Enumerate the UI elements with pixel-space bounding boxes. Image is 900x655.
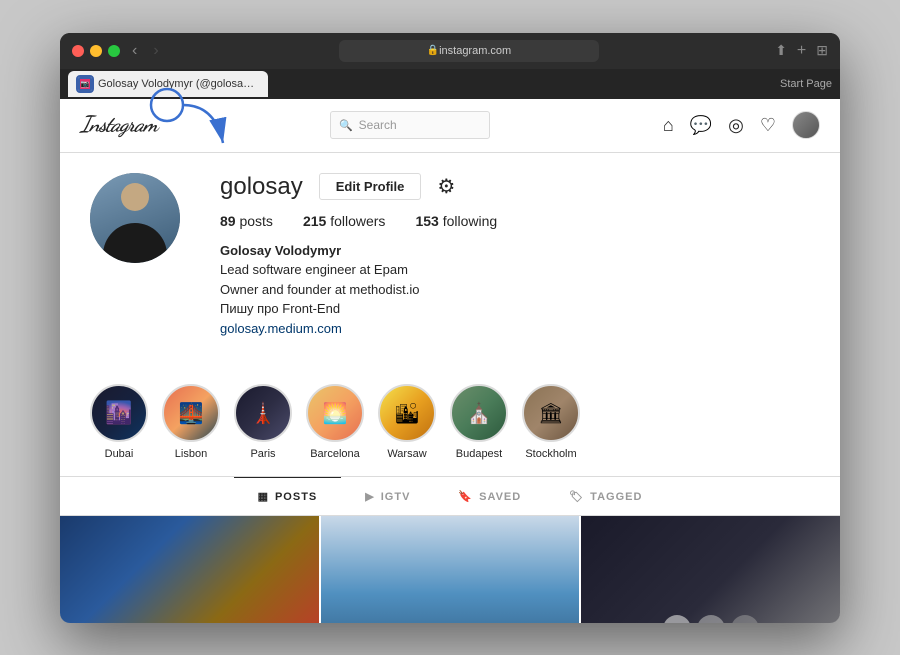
bio-line2: Owner and founder at methodist.io <box>220 280 810 300</box>
forward-button[interactable]: › <box>149 42 162 60</box>
search-placeholder: Search <box>359 118 397 132</box>
instagram-favicon: 📷 <box>78 77 92 91</box>
bio-section: Golosay Volodymyr Lead software engineer… <box>220 241 810 339</box>
new-tab-icon[interactable]: + <box>797 42 806 60</box>
story-circle-lisbon: 🌉 <box>162 384 220 442</box>
heart-icon[interactable]: ♡ <box>760 115 776 136</box>
tab-tagged[interactable]: 🏷 TAGGED <box>545 477 666 515</box>
profile-avatar-wrap <box>90 173 180 263</box>
profile-top: golosay Edit Profile ⚙ 89 posts 215 <box>90 173 810 339</box>
saved-tab-label: SAVED <box>479 491 521 503</box>
stories-row: 🌆 Dubai 🌉 Lisbon 🗼 Paris <box>60 374 840 477</box>
stats-row: 89 posts 215 followers 153 following <box>220 213 810 229</box>
start-page-button[interactable]: Start Page <box>780 78 832 90</box>
igtv-tab-label: IGTV <box>381 491 411 503</box>
following-count: 153 <box>415 213 438 229</box>
story-label-warsaw: Warsaw <box>387 448 426 460</box>
story-item-stockholm[interactable]: 🏛 Stockholm <box>522 384 580 460</box>
url-text: instagram.com <box>439 45 511 57</box>
profile-avatar <box>90 173 180 263</box>
browser-tab[interactable]: 📷 Golosay Volodymyr (@golosay) - Instagr… <box>68 71 268 97</box>
story-circle-barcelona: 🌅 <box>306 384 364 442</box>
instagram-logo: Instagram <box>80 112 157 138</box>
following-stat[interactable]: 153 following <box>415 213 497 229</box>
profile-info: golosay Edit Profile ⚙ 89 posts 215 <box>220 173 810 339</box>
settings-icon[interactable]: ⚙ <box>437 174 455 199</box>
post-thumbnail-1[interactable] <box>60 516 319 623</box>
share-icon[interactable]: ⬆ <box>775 42 787 59</box>
posts-grid <box>60 516 840 623</box>
bio-line3: Пишу про Front-End <box>220 299 810 319</box>
bio-line1: Lead software engineer at Epam <box>220 260 810 280</box>
posts-tab-label: POSTS <box>275 491 317 503</box>
profile-username: golosay <box>220 173 303 201</box>
story-item-paris[interactable]: 🗼 Paris <box>234 384 292 460</box>
story-circle-budapest: ⛪ <box>450 384 508 442</box>
compass-icon[interactable]: ◎ <box>728 115 744 136</box>
posts-tabs: ▦ POSTS ▶ IGTV 🔖 SAVED 🏷 TAGGED <box>60 477 840 516</box>
story-label-budapest: Budapest <box>456 448 502 460</box>
url-bar[interactable]: 🔒 instagram.com <box>339 40 599 62</box>
saved-tab-icon: 🔖 <box>458 490 473 503</box>
close-button[interactable] <box>72 45 84 57</box>
story-label-lisbon: Lisbon <box>175 448 207 460</box>
bio-name: Golosay Volodymyr <box>220 241 810 261</box>
posts-tab-icon: ▦ <box>258 490 269 503</box>
followers-count: 215 <box>303 213 326 229</box>
story-item-warsaw[interactable]: 🏙 Warsaw <box>378 384 436 460</box>
post-thumbnail-2[interactable] <box>321 516 580 623</box>
story-circle-stockholm: 🏛 <box>522 384 580 442</box>
story-label-paris: Paris <box>250 448 275 460</box>
title-bar: ‹ › 🔒 instagram.com ⬆ + ⊞ <box>60 33 840 69</box>
traffic-lights <box>72 45 120 57</box>
nav-icons: ⌂ 💬 ◎ ♡ <box>663 111 820 139</box>
story-label-barcelona: Barcelona <box>310 448 360 460</box>
search-icon: 🔍 <box>339 119 353 132</box>
story-circle-paris: 🗼 <box>234 384 292 442</box>
tab-label: Golosay Volodymyr (@golosay) - Instagram… <box>98 78 258 90</box>
sidebar-icon[interactable]: ⊞ <box>816 42 828 59</box>
posts-count: 89 <box>220 213 236 229</box>
tagged-tab-icon: 🏷 <box>569 490 584 503</box>
back-button[interactable]: ‹ <box>128 42 141 60</box>
post-thumbnail-3[interactable] <box>581 516 840 623</box>
profile-name-row: golosay Edit Profile ⚙ <box>220 173 810 201</box>
posts-stat: 89 posts <box>220 213 273 229</box>
tab-igtv[interactable]: ▶ IGTV <box>341 477 434 515</box>
messenger-icon[interactable]: 💬 <box>690 115 712 136</box>
story-label-stockholm: Stockholm <box>525 448 576 460</box>
minimize-button[interactable] <box>90 45 102 57</box>
edit-profile-button[interactable]: Edit Profile <box>319 173 422 200</box>
story-item-lisbon[interactable]: 🌉 Lisbon <box>162 384 220 460</box>
igtv-tab-icon: ▶ <box>365 490 374 503</box>
tagged-tab-label: TAGGED <box>590 491 642 503</box>
home-icon[interactable]: ⌂ <box>663 115 674 136</box>
browser-actions: ⬆ + ⊞ <box>775 42 828 60</box>
story-item-barcelona[interactable]: 🌅 Barcelona <box>306 384 364 460</box>
followers-stat[interactable]: 215 followers <box>303 213 386 229</box>
profile-avatar-nav[interactable] <box>792 111 820 139</box>
profile-section: golosay Edit Profile ⚙ 89 posts 215 <box>60 153 840 375</box>
story-item-budapest[interactable]: ⛪ Budapest <box>450 384 508 460</box>
tab-posts[interactable]: ▦ POSTS <box>234 477 342 515</box>
story-label-dubai: Dubai <box>105 448 134 460</box>
story-circle-warsaw: 🏙 <box>378 384 436 442</box>
instagram-header: Instagram 🔍 Search ⌂ 💬 ◎ ♡ <box>60 99 840 153</box>
story-circle-dubai: 🌆 <box>90 384 148 442</box>
tab-saved[interactable]: 🔖 SAVED <box>434 477 545 515</box>
story-item-dubai[interactable]: 🌆 Dubai <box>90 384 148 460</box>
search-bar[interactable]: 🔍 Search <box>330 111 490 139</box>
browser-window: ‹ › 🔒 instagram.com ⬆ + ⊞ 📷 Golosay Volo… <box>60 33 840 623</box>
bio-link[interactable]: golosay.medium.com <box>220 321 342 336</box>
page-content: Instagram 🔍 Search ⌂ 💬 ◎ ♡ <box>60 99 840 623</box>
tab-strip: 📷 Golosay Volodymyr (@golosay) - Instagr… <box>60 69 840 99</box>
maximize-button[interactable] <box>108 45 120 57</box>
